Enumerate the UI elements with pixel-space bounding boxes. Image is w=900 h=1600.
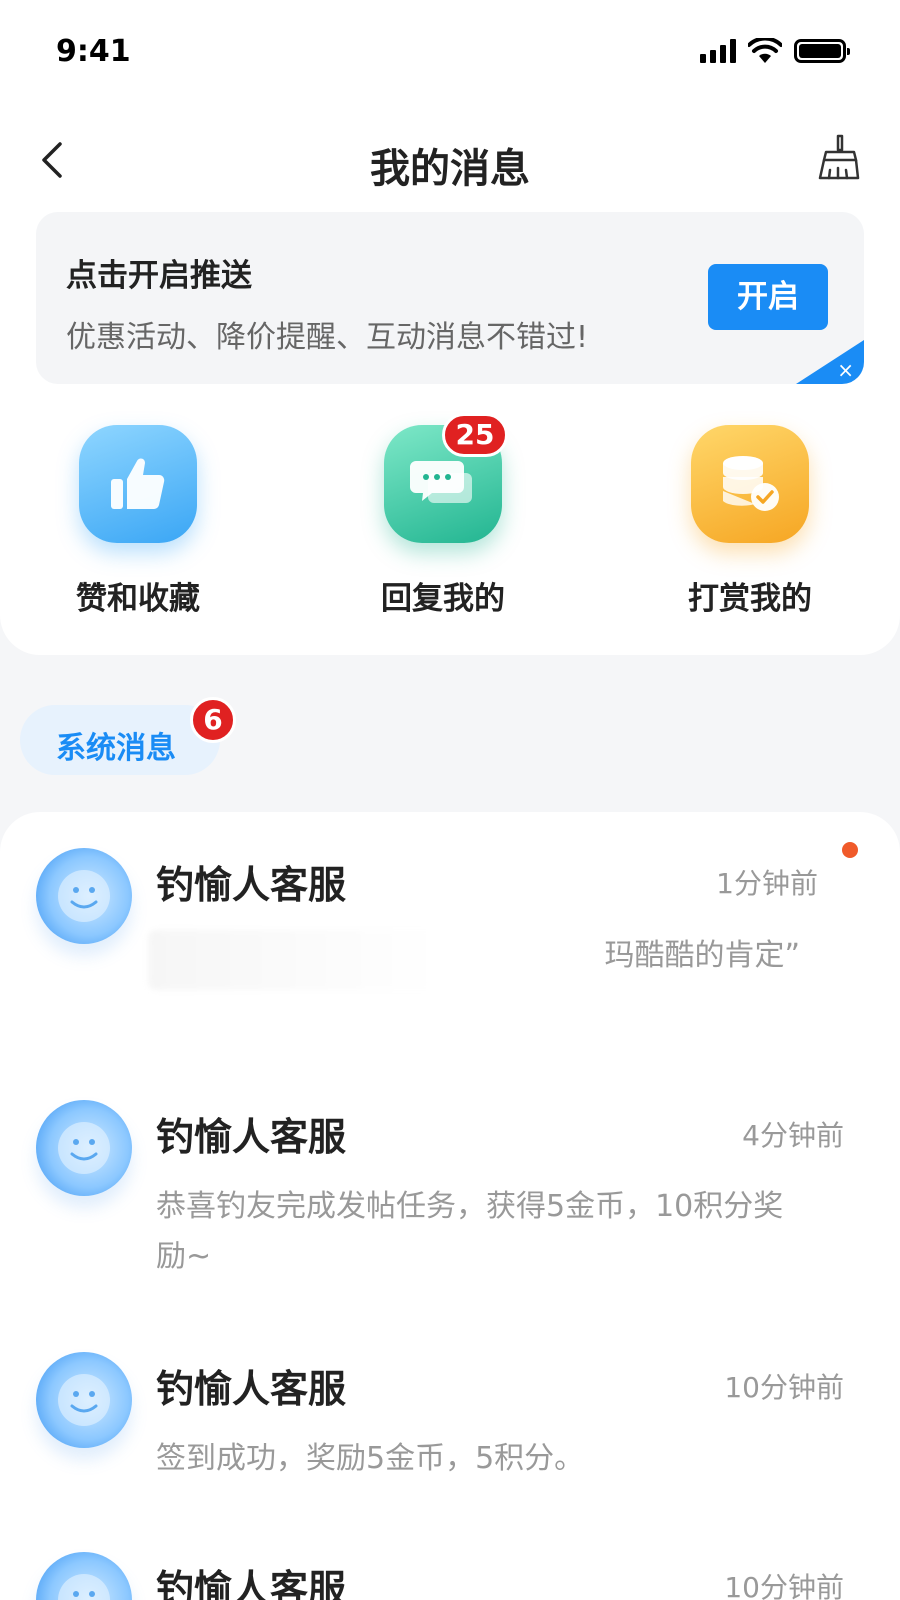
quick-action-label: 回复我的 [381, 581, 505, 617]
message-time: 1分钟前 [716, 867, 818, 900]
clear-messages-button[interactable] [812, 132, 864, 184]
nav-bar: 我的消息 [0, 118, 900, 202]
status-bar: 9:41 [0, 0, 900, 100]
push-notification-banner: 点击开启推送 优惠活动、降价提醒、互动消息不错过! 开启 × [36, 212, 864, 384]
coins-icon [691, 425, 809, 543]
sender-name: 钓愉人客服 [156, 1115, 347, 1159]
message-preview: 签到成功，奖励5金币，5积分。 [156, 1441, 585, 1476]
quick-action-label: 赞和收藏 [76, 581, 200, 617]
message-preview: 玛酷酷的肯定” [604, 938, 800, 973]
message-item[interactable]: 钓愉人客服 1分钟前 玛酷酷的肯定” [0, 812, 900, 1052]
unread-dot [842, 842, 858, 858]
sender-name: 钓愉人客服 [156, 863, 347, 907]
close-icon[interactable]: × [837, 360, 854, 380]
message-item[interactable]: 钓愉人客服 10分钟前 [0, 1516, 900, 1600]
smiley-icon [58, 1122, 110, 1174]
smiley-icon [58, 1574, 110, 1600]
tab-label: 系统消息 [56, 731, 176, 766]
header-panel: 9:41 我的消息 点击开启推送 优惠活动、降价提醒、互动消息不错过! 开启 ×… [0, 0, 900, 655]
thumbs-up-icon [79, 425, 197, 543]
quick-actions: 赞和收藏 25 回复我的 打赏我的 [0, 413, 900, 625]
smiley-icon [58, 1374, 110, 1426]
message-item[interactable]: 钓愉人客服 4分钟前 恭喜钓友完成发帖任务，获得5金币，10积分奖励~ [0, 1064, 900, 1304]
battery-icon [794, 39, 850, 63]
message-preview: 恭喜钓友完成发帖任务，获得5金币，10积分奖励~ [156, 1189, 784, 1274]
tab-system-messages[interactable]: 系统消息 6 [20, 697, 236, 775]
status-icons [700, 38, 850, 64]
avatar [36, 848, 132, 944]
rewards-entry[interactable]: 打赏我的 [640, 425, 860, 618]
message-time: 10分钟前 [724, 1571, 844, 1600]
avatar [36, 1552, 132, 1600]
page-title: 我的消息 [370, 146, 530, 192]
quick-action-label: 打赏我的 [688, 581, 812, 617]
avatar [36, 1100, 132, 1196]
blurred-text [148, 930, 568, 990]
status-time: 9:41 [56, 34, 131, 69]
broom-icon [818, 134, 860, 180]
push-banner-title: 点击开启推送 [66, 258, 252, 294]
avatar [36, 1352, 132, 1448]
smiley-icon [58, 870, 110, 922]
message-time: 10分钟前 [724, 1371, 844, 1404]
unread-count-badge: 25 [442, 413, 508, 457]
message-time: 4分钟前 [742, 1119, 844, 1152]
replies-entry[interactable]: 25 回复我的 [333, 413, 553, 618]
wifi-icon [748, 38, 782, 63]
signal-icon [700, 39, 736, 63]
enable-push-button[interactable]: 开启 [708, 264, 828, 330]
sender-name: 钓愉人客服 [156, 1367, 347, 1411]
system-unread-badge: 6 [190, 697, 236, 743]
likes-and-favorites-entry[interactable]: 赞和收藏 [28, 425, 248, 618]
chat-bubbles-icon: 25 [384, 413, 508, 543]
message-list: 钓愉人客服 1分钟前 玛酷酷的肯定” 钓愉人客服 4分钟前 恭喜钓友完成发帖任务… [0, 812, 900, 1600]
sender-name: 钓愉人客服 [156, 1567, 347, 1600]
push-banner-description: 优惠活动、降价提醒、互动消息不错过! [66, 320, 589, 355]
